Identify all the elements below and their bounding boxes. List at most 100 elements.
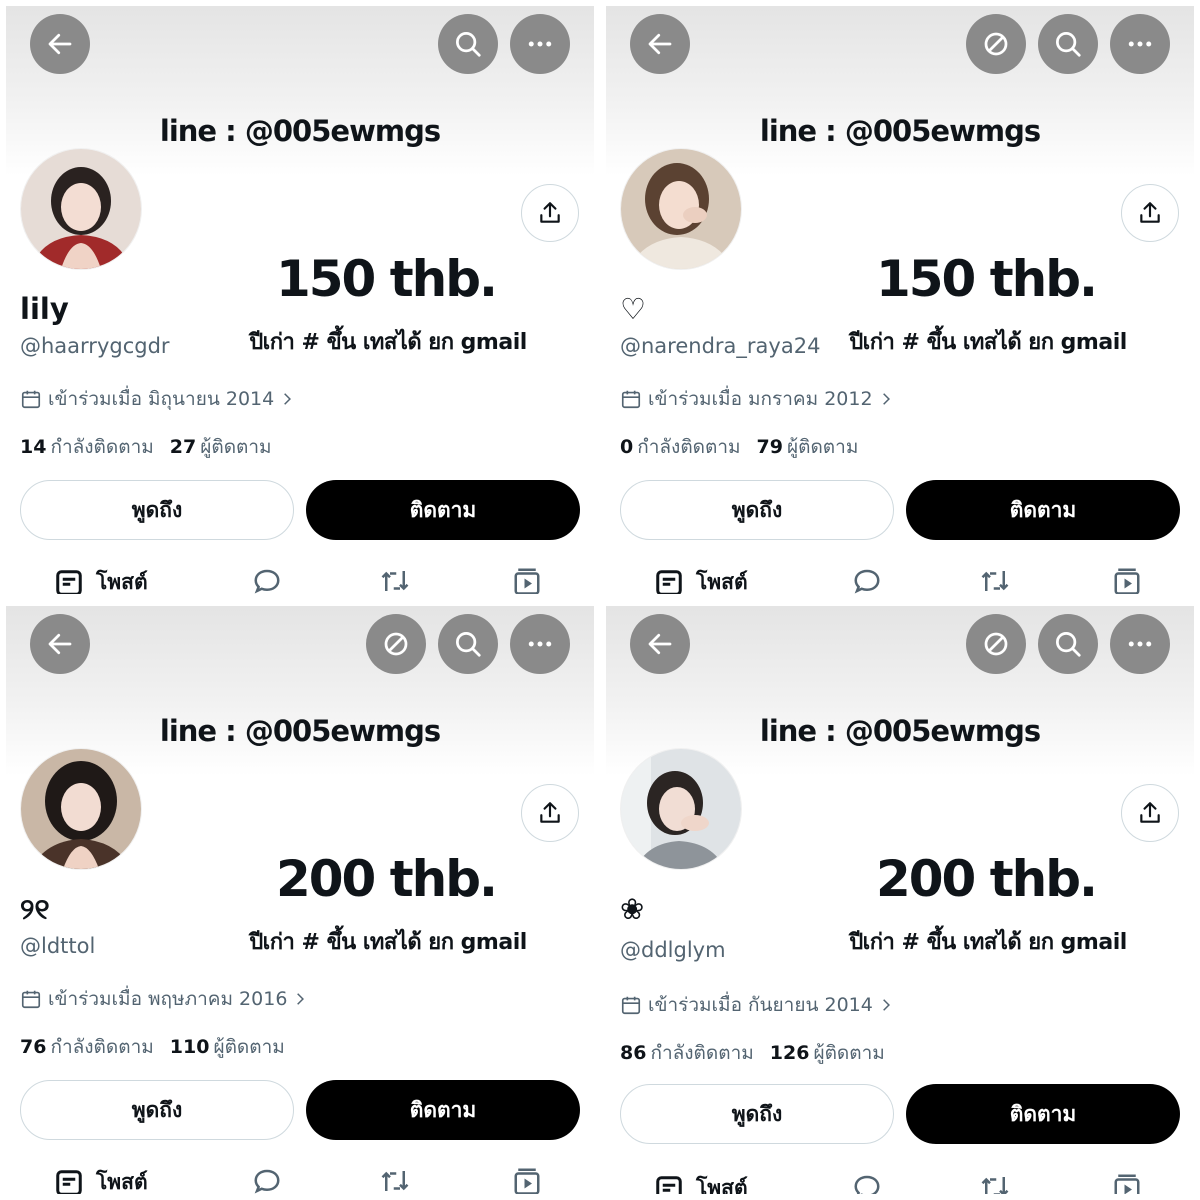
- search-button[interactable]: [1038, 614, 1098, 674]
- tab-reposts[interactable]: [980, 566, 1010, 594]
- more-button[interactable]: [1110, 14, 1170, 74]
- share-icon: [1140, 802, 1160, 823]
- followers-stat[interactable]: 126 ผู้ติดตาม: [770, 1038, 885, 1068]
- follow-button[interactable]: ติดตาม: [906, 1084, 1180, 1144]
- back-button[interactable]: [630, 614, 690, 674]
- more-icon: [1128, 641, 1152, 647]
- profile-panel-2: line : @005ewmgs 150 thb. ปีเก่า # ขึ้น …: [606, 6, 1194, 594]
- more-button[interactable]: [510, 14, 570, 74]
- following-stat[interactable]: 14 กำลังติดตาม: [20, 432, 154, 462]
- replies-icon: [854, 1175, 880, 1194]
- joined-date-link[interactable]: เข้าร่วมเมื่อ มกราคม 2012: [620, 384, 899, 414]
- followers-stat[interactable]: 79 ผู้ติดตาม: [757, 432, 859, 462]
- joined-prefix: เข้าร่วมเมื่อ: [648, 994, 742, 1016]
- profile-tabs: โพสต์: [606, 566, 1194, 594]
- back-button[interactable]: [30, 614, 90, 674]
- posts-icon: [56, 569, 82, 594]
- avatar[interactable]: [620, 748, 742, 870]
- following-count: 14: [20, 436, 47, 458]
- avatar[interactable]: [20, 148, 142, 270]
- price-text: 150 thb.: [275, 250, 498, 308]
- chevron-right-icon: [882, 393, 890, 405]
- block-button[interactable]: [966, 614, 1026, 674]
- followers-count: 110: [169, 1036, 210, 1058]
- back-arrow-icon: [648, 633, 672, 655]
- share-icon: [1140, 202, 1160, 223]
- more-icon: [1128, 41, 1152, 47]
- tab-posts[interactable]: โพสต์: [654, 566, 748, 594]
- follow-button[interactable]: ติดตาม: [906, 480, 1180, 540]
- tab-reposts[interactable]: [380, 1166, 410, 1194]
- handle: @ldttol: [20, 934, 96, 958]
- calendar-icon: [21, 990, 41, 1009]
- mention-button[interactable]: พูดถึง: [20, 480, 294, 540]
- search-icon: [1056, 32, 1081, 57]
- share-icon: [540, 802, 560, 823]
- mention-button[interactable]: พูดถึง: [620, 1084, 894, 1144]
- search-button[interactable]: [438, 614, 498, 674]
- followers-count: 79: [756, 436, 783, 458]
- joined-date-link[interactable]: เข้าร่วมเมื่อ มิถุนายน 2014: [20, 384, 300, 414]
- tab-posts[interactable]: โพสต์: [654, 1172, 748, 1194]
- tab-media[interactable]: [1112, 566, 1142, 594]
- following-label: กำลังติดตาม: [50, 1036, 154, 1058]
- block-icon: [984, 32, 1008, 56]
- tab-posts-label: โพสต์: [96, 570, 148, 594]
- search-button[interactable]: [1038, 14, 1098, 74]
- tab-reposts[interactable]: [980, 1172, 1010, 1194]
- tab-posts[interactable]: โพสต์: [54, 566, 148, 594]
- tab-posts[interactable]: โพสต์: [54, 1166, 148, 1194]
- tab-media[interactable]: [512, 1166, 542, 1194]
- mention-button[interactable]: พูดถึง: [20, 1080, 294, 1140]
- tab-replies[interactable]: [852, 1172, 882, 1194]
- tab-media[interactable]: [512, 566, 542, 594]
- tab-replies[interactable]: [252, 1166, 282, 1194]
- tab-media[interactable]: [1112, 1172, 1142, 1194]
- share-button[interactable]: [1121, 184, 1179, 242]
- mention-button[interactable]: พูดถึง: [620, 480, 894, 540]
- handle: @ddlglym: [620, 938, 726, 962]
- more-button[interactable]: [510, 614, 570, 674]
- following-stat[interactable]: 76 กำลังติดตาม: [20, 1032, 154, 1062]
- avatar[interactable]: [20, 748, 142, 870]
- following-stat[interactable]: 86 กำลังติดตาม: [620, 1038, 754, 1068]
- reposts-icon: [381, 571, 409, 591]
- joined-date: กันยายน 2014: [748, 994, 873, 1016]
- joined-date: พฤษภาคม 2016: [148, 988, 288, 1010]
- description-text: ปีเก่า # ขึ้น เทสได้ ยก gmail: [249, 330, 527, 355]
- followers-stat[interactable]: 27 ผู้ติดตาม: [170, 432, 272, 462]
- block-button[interactable]: [966, 14, 1026, 74]
- block-button[interactable]: [366, 614, 426, 674]
- avatar[interactable]: [620, 148, 742, 270]
- chevron-right-icon: [882, 999, 890, 1011]
- handle: @haarrygcgdr: [20, 334, 170, 358]
- banner-text: line : @005ewmgs: [159, 114, 441, 148]
- search-icon: [456, 32, 481, 57]
- share-button[interactable]: [521, 784, 579, 842]
- tab-reposts[interactable]: [380, 566, 410, 594]
- tab-replies[interactable]: [852, 566, 882, 594]
- joined-date: มิถุนายน 2014: [148, 388, 275, 410]
- posts-icon: [656, 1175, 682, 1194]
- replies-icon: [854, 569, 880, 594]
- following-stat[interactable]: 0 กำลังติดตาม: [620, 432, 741, 462]
- tab-posts-label: โพสต์: [96, 1170, 148, 1194]
- profile-panel-4: line : @005ewmgs 200 thb. ปีเก่า # ขึ้น …: [606, 606, 1194, 1194]
- joined-date-link[interactable]: เข้าร่วมเมื่อ พฤษภาคม 2016: [20, 984, 313, 1014]
- search-button[interactable]: [438, 14, 498, 74]
- joined-date-link[interactable]: เข้าร่วมเมื่อ กันยายน 2014: [620, 990, 899, 1020]
- followers-count: 27: [169, 436, 197, 458]
- share-button[interactable]: [521, 184, 579, 242]
- posts-icon: [656, 569, 682, 594]
- follow-button[interactable]: ติดตาม: [306, 1080, 580, 1140]
- tab-replies[interactable]: [252, 566, 282, 594]
- tab-posts-label: โพสต์: [696, 1176, 748, 1194]
- followers-stat[interactable]: 110 ผู้ติดตาม: [170, 1032, 285, 1062]
- share-button[interactable]: [1121, 784, 1179, 842]
- back-button[interactable]: [630, 14, 690, 74]
- chevron-right-icon: [297, 993, 305, 1005]
- more-button[interactable]: [1110, 614, 1170, 674]
- following-count: 76: [20, 1036, 47, 1058]
- back-button[interactable]: [30, 14, 90, 74]
- follow-button[interactable]: ติดตาม: [306, 480, 580, 540]
